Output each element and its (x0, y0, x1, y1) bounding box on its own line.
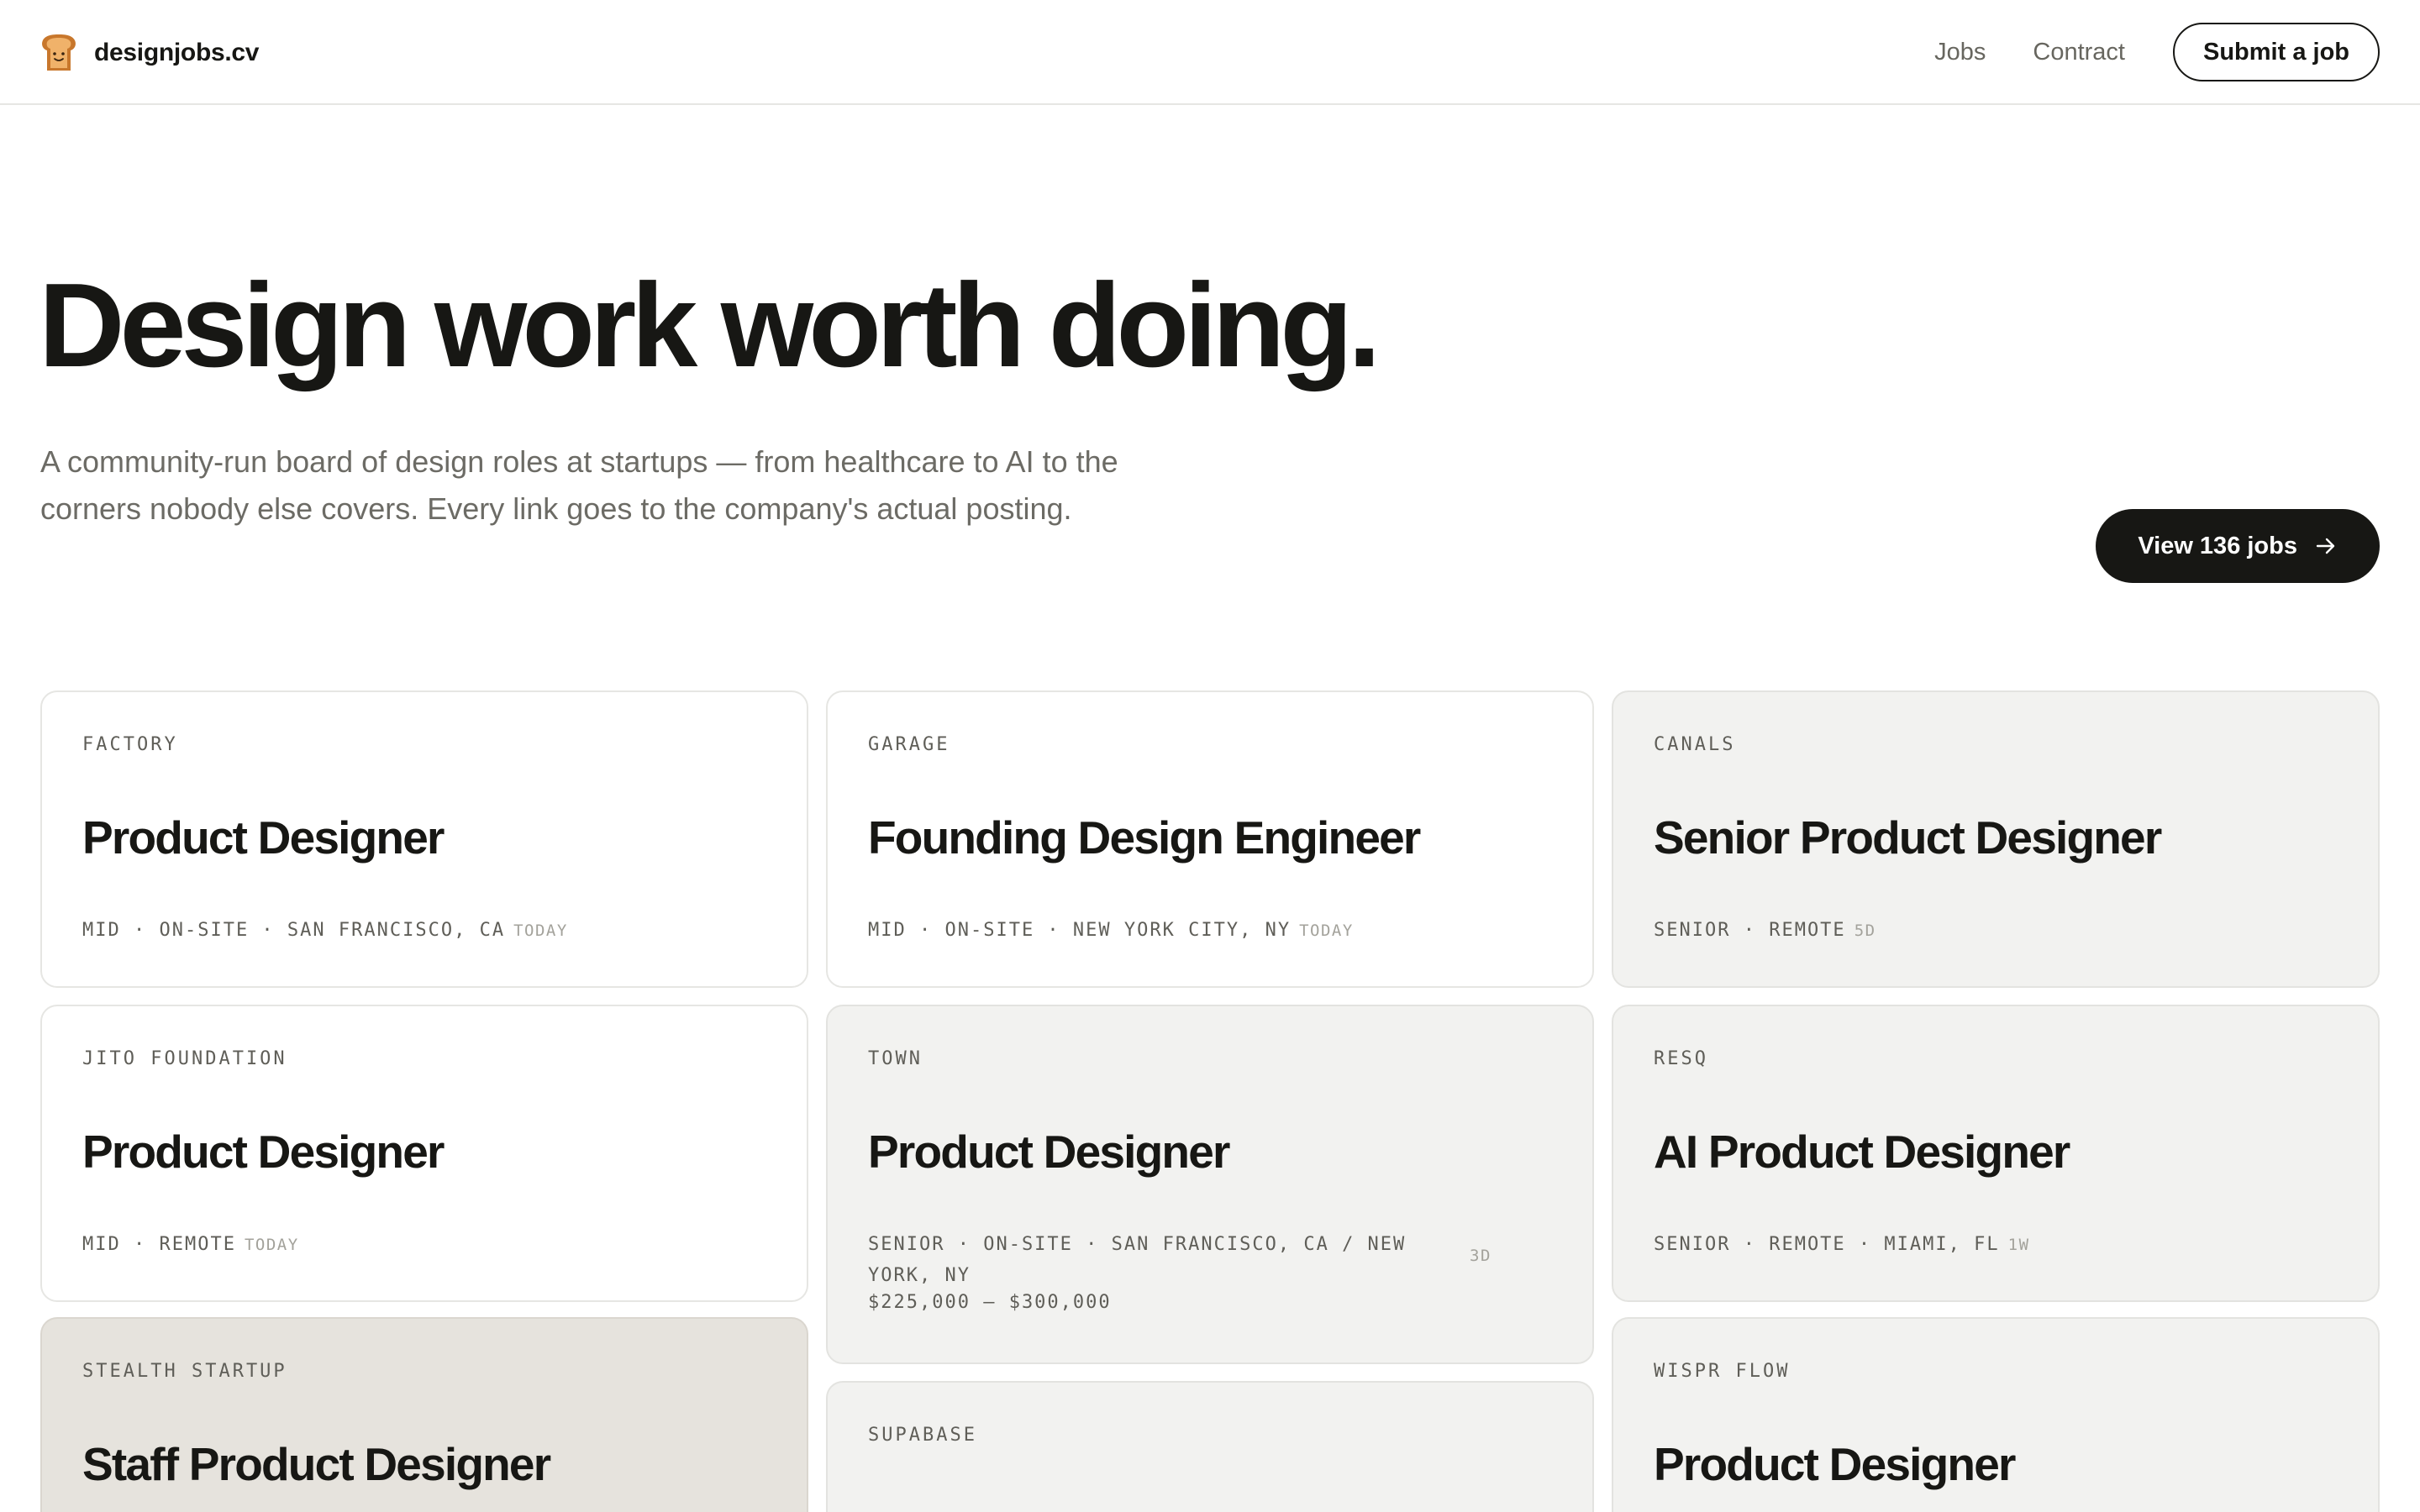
job-details: MID · ON-SITE · SAN FRANCISCO, CA (82, 920, 506, 941)
arrow-right-icon (2316, 538, 2335, 554)
job-details: MID · ON-SITE · NEW YORK CITY, NY (868, 920, 1292, 941)
company-name: CANALS (1654, 734, 1736, 755)
company-name: RESQ (1654, 1048, 1708, 1069)
nav-link-contract[interactable]: Contract (2033, 39, 2125, 66)
job-card-factory[interactable]: FACTORY Product Designer MID · ON-SITE ·… (40, 690, 808, 988)
company-name: JITO FOUNDATION (82, 1048, 287, 1069)
job-title: AI Product Designer (1654, 1126, 2070, 1178)
job-title: Product Designer (868, 1126, 1230, 1178)
job-card-supabase[interactable]: SUPABASE (826, 1381, 1594, 1512)
job-card-canals[interactable]: CANALS Senior Product Designer SENIOR · … (1612, 690, 2380, 988)
job-details: MID · REMOTE (82, 1234, 236, 1255)
submit-job-button[interactable]: Submit a job (2173, 23, 2380, 81)
company-name: FACTORY (82, 734, 178, 755)
job-card-resq[interactable]: RESQ AI Product Designer SENIOR · REMOTE… (1612, 1005, 2380, 1302)
job-meta: SENIOR · REMOTE · MIAMI, FL 1W (1654, 1229, 2351, 1261)
job-details: SENIOR · ON-SITE · SAN FRANCISCO, CA / N… (868, 1234, 1407, 1286)
brand-home-link[interactable]: designjobs.cv (40, 32, 259, 74)
company-name: STEALTH STARTUP (82, 1361, 287, 1382)
job-card-town[interactable]: TOWN Product Designer SENIOR · ON-SITE ·… (826, 1005, 1594, 1364)
posted-age: TODAY (513, 921, 568, 940)
job-title: Product Designer (82, 1126, 445, 1178)
brand-name: designjobs.cv (94, 39, 260, 66)
main-nav: Jobs Contract Submit a job (1934, 23, 2380, 81)
hero-description: A community-run board of design roles at… (40, 444, 1118, 526)
company-name: TOWN (868, 1048, 923, 1069)
job-card-wispr-flow[interactable]: WISPR FLOW Product Designer (1612, 1317, 2380, 1512)
company-name: GARAGE (868, 734, 950, 755)
job-details: SENIOR · REMOTE (1654, 920, 1846, 941)
job-title: Founding Design Engineer (868, 811, 1421, 864)
page-title: Design work worth doing. (39, 259, 1381, 392)
job-meta: SENIOR · REMOTE 5D (1654, 915, 2351, 947)
salary-range: $225,000 – $300,000 (868, 1292, 1112, 1313)
job-details: SENIOR · REMOTE · MIAMI, FL (1654, 1234, 2000, 1255)
view-jobs-label: View 136 jobs (2138, 532, 2297, 559)
toast-icon (42, 34, 76, 71)
posted-age: 1W (2007, 1236, 2030, 1254)
posted-age: TODAY (244, 1236, 299, 1254)
view-jobs-button[interactable]: View 136 jobs (2096, 509, 2380, 583)
job-title: Senior Product Designer (1654, 811, 2162, 864)
job-meta: MID · REMOTE TODAY (82, 1229, 780, 1261)
job-card-jito-foundation[interactable]: JITO FOUNDATION Product Designer MID · R… (40, 1005, 808, 1302)
job-meta: MID · ON-SITE · SAN FRANCISCO, CA TODAY (82, 915, 780, 947)
company-name: WISPR FLOW (1654, 1361, 1791, 1382)
company-name: SUPABASE (868, 1425, 977, 1446)
posted-age: TODAY (1299, 921, 1354, 940)
job-title: Product Designer (1654, 1438, 2016, 1490)
posted-age: 5D (1854, 921, 1876, 940)
job-card-stealth-startup[interactable]: STEALTH STARTUP Staff Product Designer (40, 1317, 808, 1512)
job-title: Product Designer (82, 811, 445, 864)
posted-age: 3D (1470, 1247, 1491, 1265)
job-card-garage[interactable]: GARAGE Founding Design Engineer MID · ON… (826, 690, 1594, 988)
job-title: Staff Product Designer (82, 1438, 551, 1490)
top-navigation: designjobs.cv Jobs Contract Submit a job (0, 0, 2420, 105)
nav-link-jobs[interactable]: Jobs (1934, 39, 1986, 66)
job-meta: MID · ON-SITE · NEW YORK CITY, NY TODAY (868, 915, 1565, 947)
